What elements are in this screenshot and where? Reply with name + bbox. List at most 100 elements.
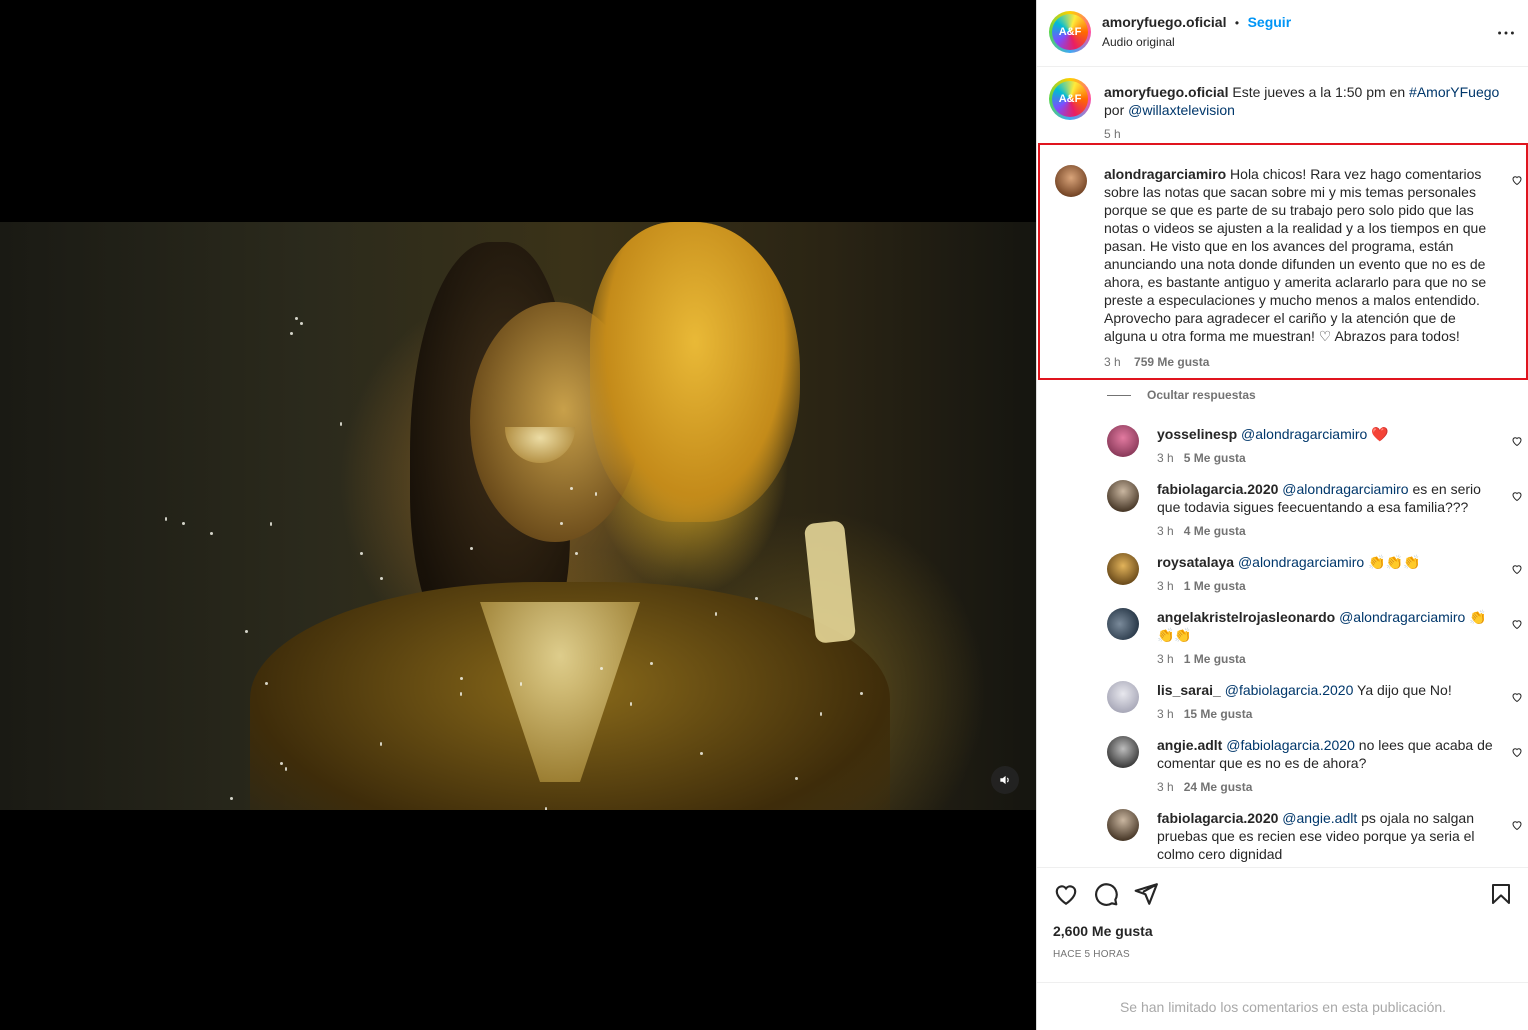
post-panel: A&F amoryfuego.oficial • Seguir Audio or… — [1036, 0, 1528, 1030]
reply-avatar[interactable] — [1107, 681, 1139, 713]
spark-particle — [545, 807, 547, 810]
spark-particle — [380, 577, 383, 580]
reply-text: Ya dijo que No! — [1357, 682, 1452, 698]
reply-avatar[interactable] — [1107, 480, 1139, 512]
reply-time: 3 h — [1157, 579, 1174, 593]
like-button[interactable] — [1053, 881, 1079, 912]
header-separator: • — [1234, 16, 1240, 30]
main-comment: alondragarciamiro Hola chicos! Rara vez … — [1104, 165, 1494, 369]
reply-like-button[interactable] — [1511, 562, 1523, 580]
reply-avatar[interactable] — [1107, 608, 1139, 640]
reply-mention[interactable]: @alondragarciamiro — [1241, 426, 1367, 442]
reply-emoji: ❤️ — [1371, 426, 1389, 442]
reply-time: 3 h — [1157, 451, 1174, 465]
follow-button[interactable]: Seguir — [1248, 14, 1292, 30]
spark-particle — [700, 752, 703, 755]
comment-likes[interactable]: 759 Me gusta — [1134, 355, 1209, 369]
comment-username[interactable]: alondragarciamiro — [1104, 166, 1226, 182]
reply-username[interactable]: angie.adlt — [1157, 737, 1222, 753]
caption-text: Este jueves a la 1:50 pm en — [1232, 84, 1406, 100]
post-actions: 2,600 Me gusta HACE 5 HORAS — [1037, 867, 1528, 982]
spark-particle — [460, 692, 462, 696]
reply-like-button[interactable] — [1511, 617, 1523, 635]
caption-text-by: por — [1104, 102, 1125, 118]
reply-like-button[interactable] — [1511, 434, 1523, 452]
spark-particle — [245, 630, 248, 633]
reply-username[interactable]: angelakristelrojasleonardo — [1157, 609, 1335, 625]
spark-particle — [755, 597, 758, 600]
caption-hashtag[interactable]: #AmorYFuego — [1409, 84, 1499, 100]
hide-replies-button[interactable]: Ocultar respuestas — [1107, 388, 1256, 402]
spark-particle — [285, 767, 287, 771]
post-time-ago: HACE 5 HORAS — [1053, 949, 1130, 960]
reply-username[interactable]: lis_sarai_ — [1157, 682, 1221, 698]
comments-limited-notice: Se han limitado los comentarios en esta … — [1037, 982, 1528, 1030]
reply-username[interactable]: fabiolagarcia.2020 — [1157, 810, 1278, 826]
caption-username[interactable]: amoryfuego.oficial — [1104, 84, 1228, 100]
post-likes[interactable]: 2,600 Me gusta — [1053, 923, 1153, 939]
spark-particle — [340, 422, 342, 426]
reply-time: 3 h — [1157, 780, 1174, 794]
reply-mention[interactable]: @fabiolagarcia.2020 — [1226, 737, 1355, 753]
volume-icon — [1000, 775, 1009, 785]
reply-like-button[interactable] — [1511, 745, 1523, 763]
author-username[interactable]: amoryfuego.oficial — [1102, 14, 1226, 30]
author-avatar[interactable]: A&F — [1049, 11, 1091, 53]
spark-particle — [820, 712, 822, 716]
reply-username[interactable]: yosselinesp — [1157, 426, 1237, 442]
share-icon — [1134, 883, 1158, 905]
video-player[interactable] — [0, 222, 1036, 810]
reply-mention[interactable]: @fabiolagarcia.2020 — [1225, 682, 1354, 698]
spark-particle — [165, 517, 167, 521]
heart-icon — [1512, 492, 1522, 502]
spark-particle — [570, 487, 573, 490]
reply-time: 3 h — [1157, 652, 1174, 666]
reply-like-button[interactable] — [1511, 818, 1523, 836]
heart-icon — [1512, 748, 1522, 758]
reply-avatar[interactable] — [1107, 736, 1139, 768]
reply-emoji: 👏👏👏 — [1368, 554, 1421, 570]
volume-button[interactable] — [991, 766, 1019, 794]
reply-mention[interactable]: @alondragarciamiro — [1339, 609, 1465, 625]
reply-mention[interactable]: @alondragarciamiro — [1282, 481, 1408, 497]
caption-mention[interactable]: @willaxtelevision — [1128, 102, 1235, 118]
reply-avatar[interactable] — [1107, 553, 1139, 585]
reply-likes[interactable]: 24 Me gusta — [1184, 780, 1253, 794]
more-options-button[interactable] — [1495, 22, 1517, 49]
reply-username[interactable]: fabiolagarcia.2020 — [1157, 481, 1278, 497]
reply-username[interactable]: roysatalaya — [1157, 554, 1234, 570]
reply-likes[interactable]: 5 Me gusta — [1184, 451, 1246, 465]
comment-button[interactable] — [1093, 881, 1119, 912]
caption-time: 5 h — [1104, 127, 1121, 141]
reply-avatar[interactable] — [1107, 425, 1139, 457]
spark-particle — [210, 532, 213, 535]
comment-emoji: ♡ — [1318, 328, 1332, 344]
reply-likes[interactable]: 1 Me gusta — [1184, 652, 1246, 666]
caption-avatar[interactable]: A&F — [1049, 78, 1091, 120]
heart-icon — [1512, 565, 1522, 575]
reply-likes[interactable]: 15 Me gusta — [1184, 707, 1253, 721]
spark-particle — [380, 742, 382, 746]
heart-icon — [1512, 620, 1522, 630]
reply-likes[interactable]: 1 Me gusta — [1184, 579, 1246, 593]
save-button[interactable] — [1489, 881, 1513, 912]
reply-mention[interactable]: @angie.adlt — [1282, 810, 1357, 826]
video-frame-hand — [590, 222, 800, 522]
spark-particle — [360, 552, 363, 555]
comment-avatar[interactable] — [1055, 165, 1087, 197]
reply-like-button[interactable] — [1511, 690, 1523, 708]
reply-avatar[interactable] — [1107, 809, 1139, 841]
audio-label[interactable]: Audio original — [1102, 35, 1175, 49]
reply-like-button[interactable] — [1511, 489, 1523, 507]
spark-particle — [860, 692, 863, 695]
comments-scroll-area[interactable]: A&F amoryfuego.oficial Este jueves a la … — [1037, 67, 1528, 867]
more-horizontal-icon — [1498, 31, 1514, 35]
caption: amoryfuego.oficial Este jueves a la 1:50… — [1104, 83, 1504, 141]
share-button[interactable] — [1133, 881, 1159, 912]
spark-particle — [560, 522, 563, 525]
comment-like-button[interactable] — [1511, 173, 1523, 191]
reply-mention[interactable]: @alondragarciamiro — [1238, 554, 1364, 570]
reply-likes[interactable]: 4 Me gusta — [1184, 524, 1246, 538]
spark-particle — [300, 322, 303, 325]
spark-particle — [295, 317, 298, 320]
